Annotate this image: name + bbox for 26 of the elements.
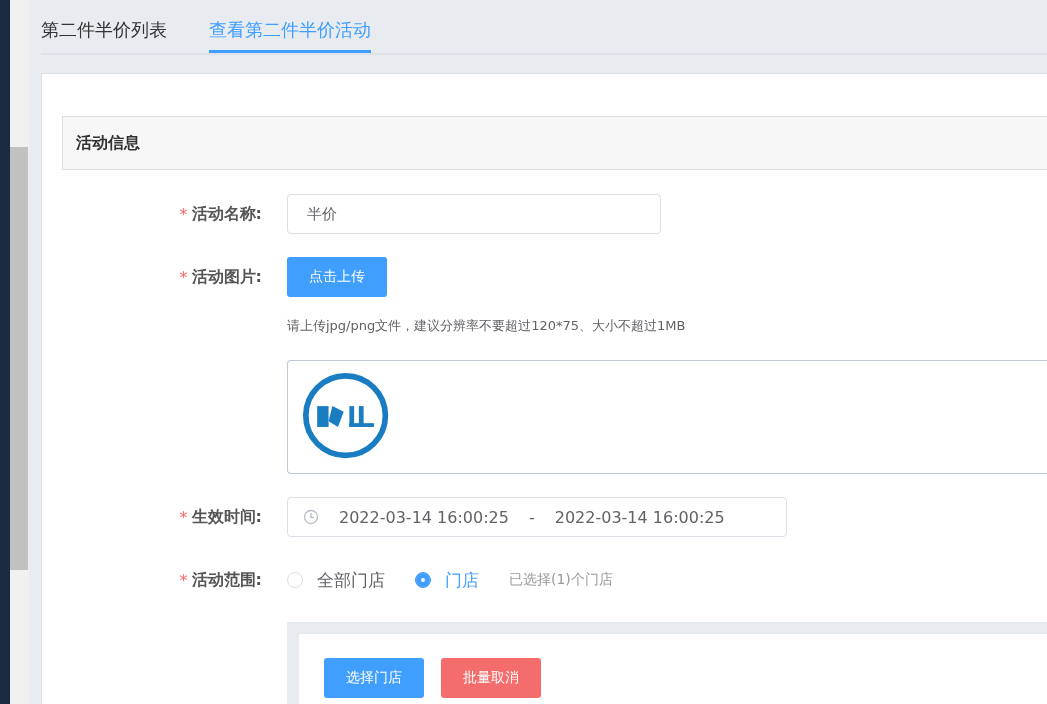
start-date: 2022-03-14 16:00:25 — [339, 507, 509, 527]
field-label: 活动范围: — [191, 569, 262, 591]
selection-note: 已选择(1)个门店 — [509, 571, 613, 589]
radio-label[interactable]: 门店 — [445, 568, 479, 592]
radio-label[interactable]: 全部门店 — [317, 568, 385, 592]
end-date: 2022-03-14 16:00:25 — [554, 507, 725, 527]
input-field[interactable]: 半价 — [287, 194, 661, 234]
tab[interactable]: 第二件半价列表 — [41, 16, 167, 53]
required-mark: * — [179, 570, 188, 590]
field-label: 活动图片: — [191, 266, 262, 288]
action-button[interactable]: 选择门店 — [324, 658, 424, 698]
tab[interactable]: 查看第二件半价活动 — [209, 16, 371, 53]
upload-hint: 请上传jpg/png文件，建议分辨率不要超过120*75、大小不超过1MB — [287, 317, 687, 335]
range-separator: - — [528, 507, 535, 527]
scrollbar-thumb[interactable] — [10, 147, 28, 570]
clock-icon — [303, 509, 319, 525]
radio-button[interactable] — [415, 572, 431, 588]
field-label: 活动名称: — [191, 203, 262, 225]
action-button[interactable]: 批量取消 — [441, 658, 541, 698]
required-mark: * — [179, 507, 188, 527]
field-label: 生效时间: — [191, 506, 262, 528]
upload-button[interactable]: 点击上传 — [287, 257, 387, 297]
section-title: 活动信息 — [76, 132, 140, 154]
required-mark: * — [179, 267, 188, 287]
required-mark: * — [179, 204, 188, 224]
date-range-field[interactable]: 2022-03-14 16:00:25 - 2022-03-14 16:00:25 — [287, 497, 787, 537]
